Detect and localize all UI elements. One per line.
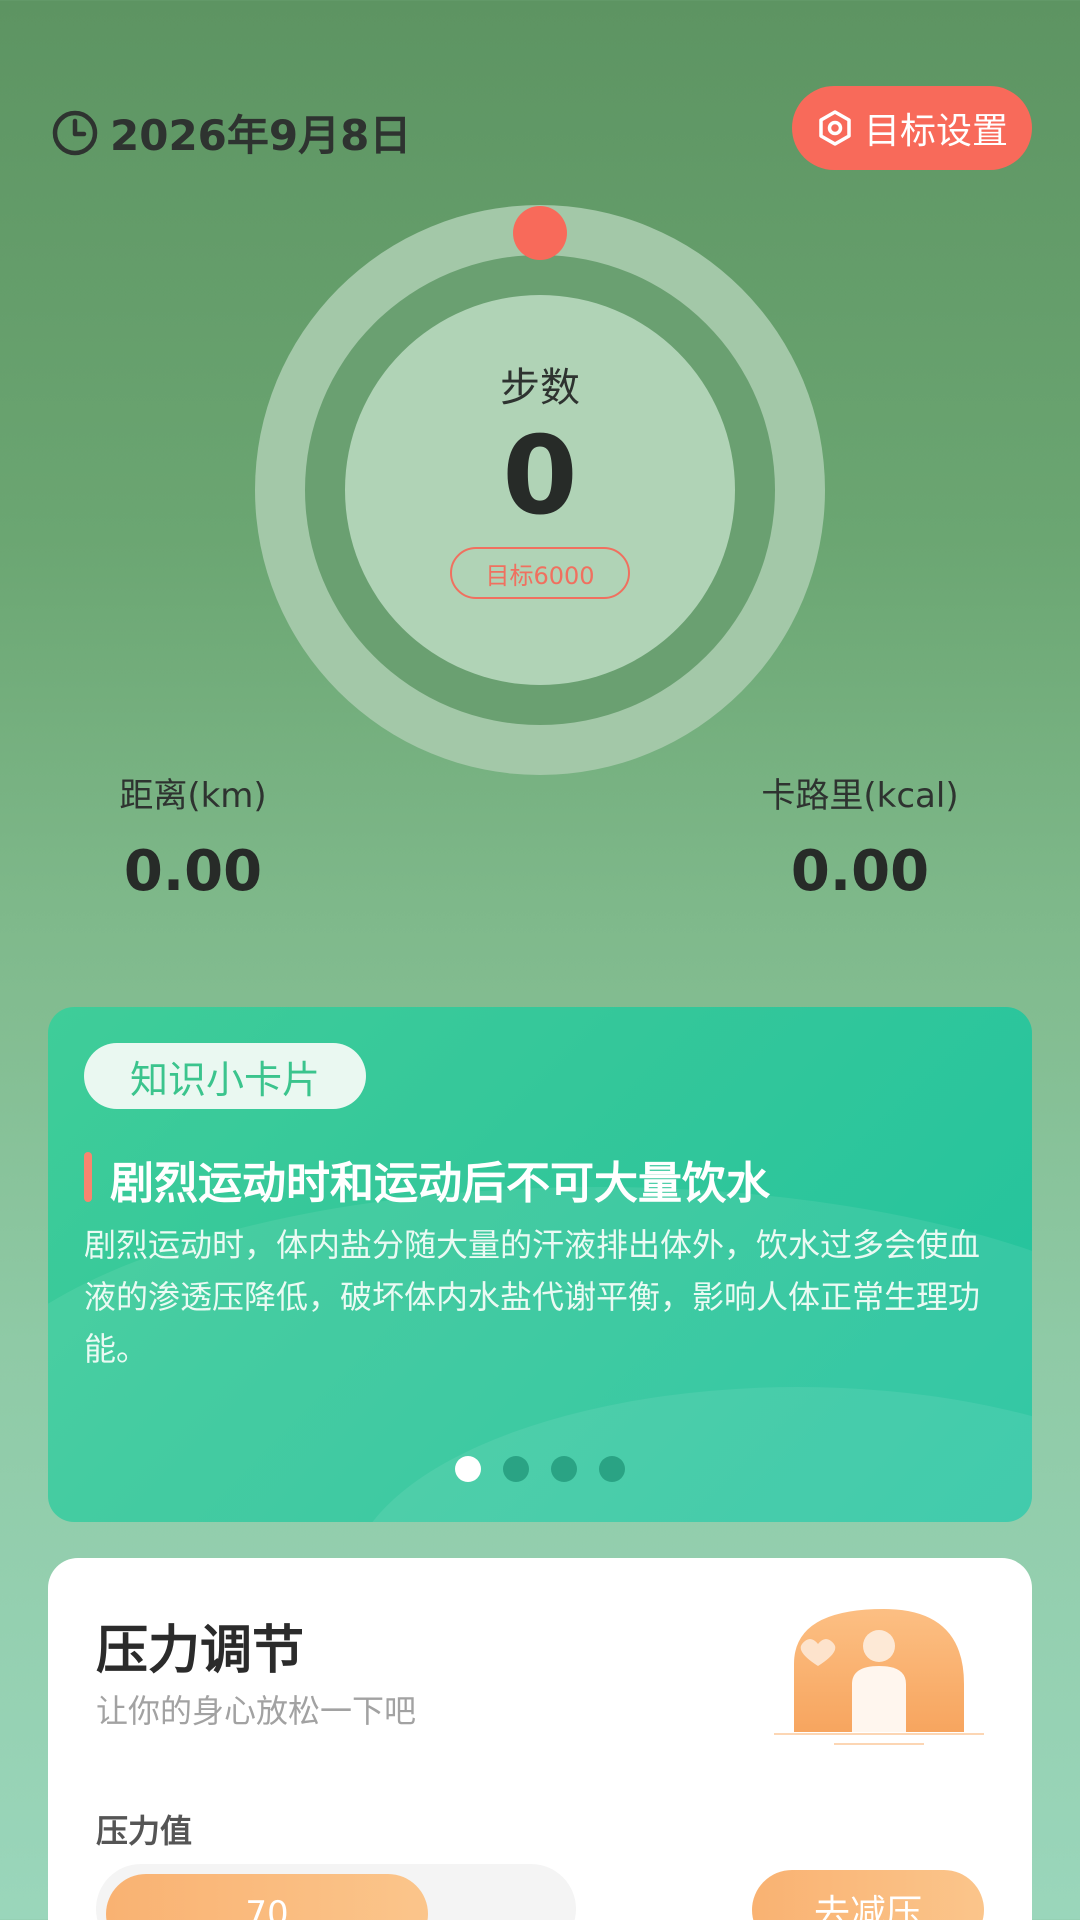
- calories-value: 0.00: [790, 839, 930, 904]
- stress-level-bar: 70: [96, 1864, 576, 1920]
- goal-settings-label: 目标设置: [863, 111, 1008, 152]
- pagination-dot-active[interactable]: [455, 1456, 481, 1482]
- stress-regulation-card: 压力调节 让你的身心放松一下吧 压力值 70 去减压: [48, 1558, 1032, 1920]
- calories-label: 卡路里(kcal): [761, 776, 959, 816]
- steps-value: 0: [502, 414, 578, 539]
- date-display: 2026年9月8日: [50, 102, 411, 163]
- reduce-stress-button[interactable]: 去减压: [752, 1870, 984, 1920]
- goal-settings-button[interactable]: 目标设置: [792, 86, 1032, 170]
- header: 2026年9月8日 目标设置: [50, 86, 1032, 170]
- pagination-dot[interactable]: [599, 1456, 625, 1482]
- clock-icon: [52, 110, 98, 155]
- pagination-dot[interactable]: [551, 1456, 577, 1482]
- knowledge-title: 剧烈运动时和运动后不可大量饮水: [110, 1158, 770, 1209]
- stress-card-subtitle: 让你的身心放松一下吧: [96, 1692, 417, 1730]
- stress-value-label: 压力值: [96, 1812, 193, 1850]
- knowledge-badge: 知识小卡片: [84, 1043, 366, 1109]
- relaxation-illustration-icon: [774, 1609, 984, 1745]
- knowledge-body: 剧烈运动时，体内盐分随大量的汗液排出体外，饮水过多会使血液的渗透压降低，破坏体内…: [84, 1226, 981, 1368]
- settings-gear-icon: [819, 110, 851, 146]
- pagination-dot[interactable]: [503, 1456, 529, 1482]
- knowledge-card-carousel[interactable]: 知识小卡片 剧烈运动时和运动后不可大量饮水 剧烈运动时，体内盐分随大量的汗液排出…: [48, 1007, 1032, 1522]
- title-accent-bar: [84, 1152, 92, 1202]
- distance-value: 0.00: [123, 839, 263, 904]
- steps-label: 步数: [500, 365, 580, 411]
- date-text: 2026年9月8日: [110, 111, 412, 160]
- stress-card-title: 压力调节: [96, 1621, 305, 1681]
- stress-value: 70: [245, 1894, 289, 1920]
- calories-stat: 卡路里(kcal) 0.00: [755, 768, 965, 904]
- reduce-stress-label: 去减压: [813, 1893, 922, 1920]
- stress-level-fill: 70: [106, 1874, 428, 1920]
- distance-label: 距离(km): [119, 776, 267, 816]
- carousel-pagination: [48, 1456, 1032, 1482]
- distance-stat: 距离(km) 0.00: [88, 768, 298, 904]
- steps-goal-badge: 目标6000: [450, 547, 630, 599]
- step-progress-ring: 步数 0 目标6000: [255, 205, 825, 775]
- progress-indicator-dot: [513, 206, 567, 260]
